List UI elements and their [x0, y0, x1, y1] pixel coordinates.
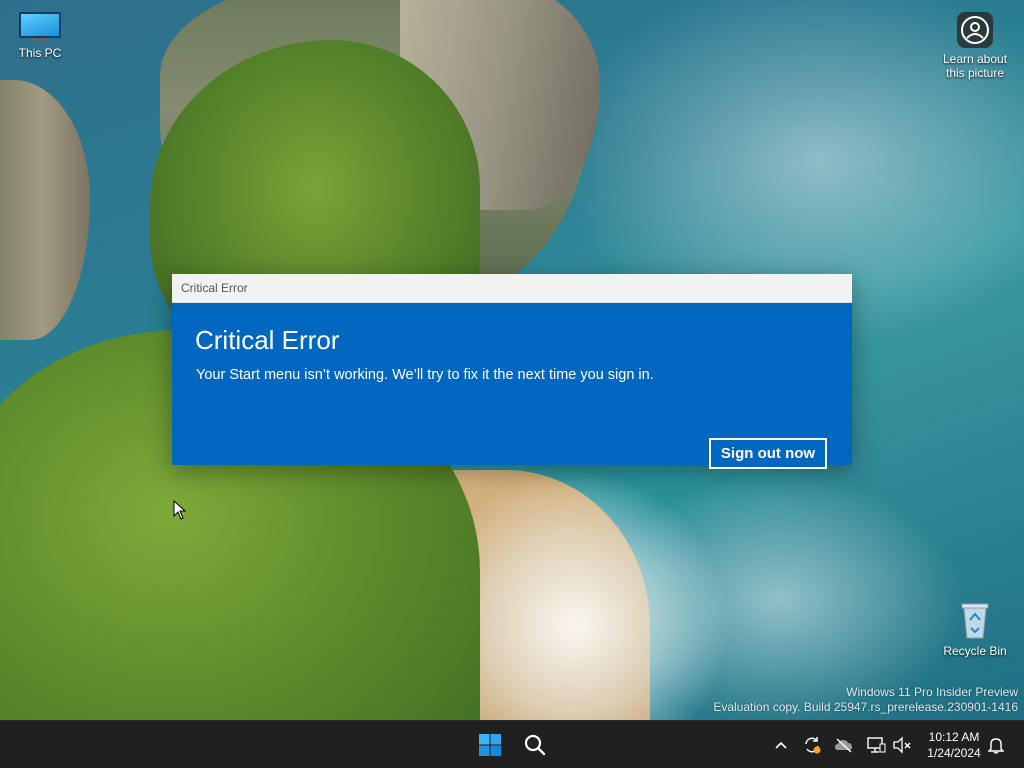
dialog-heading: Critical Error: [195, 325, 340, 355]
dialog-message: Your Start menu isn’t working. We’ll try…: [196, 367, 654, 383]
sign-out-now-button[interactable]: Sign out now: [709, 438, 827, 469]
start-button[interactable]: [472, 727, 508, 763]
watermark-build: Evaluation copy. Build 25947.rs_prerelea…: [713, 700, 1018, 714]
critical-error-dialog: Critical Error Critical Error Your Start…: [172, 274, 852, 469]
bell-icon[interactable]: [986, 735, 1006, 755]
desktop-icon-label: Learn about this picture: [942, 52, 1008, 80]
desktop-icon-recycle-bin[interactable]: Recycle Bin: [935, 600, 1015, 658]
chevron-up-icon[interactable]: [771, 735, 791, 755]
onedrive-off-icon[interactable]: [834, 735, 854, 755]
build-watermark: Windows 11 Pro Insider Preview Evaluatio…: [713, 685, 1018, 715]
desktop-icon-label: This PC: [18, 46, 62, 60]
recycle-bin-icon: [958, 600, 992, 640]
clock-date: 1/24/2024: [927, 746, 981, 760]
desktop-icon-this-pc[interactable]: This PC: [0, 12, 80, 60]
volume-muted-icon[interactable]: [892, 735, 912, 755]
desktop-icon-label: Recycle Bin: [943, 644, 1007, 658]
wallpaper-surf: [470, 470, 730, 720]
search-button[interactable]: [517, 727, 553, 763]
mouse-cursor-icon: [173, 499, 187, 524]
camera-spotlight-icon: [957, 12, 993, 48]
dialog-titlebar: Critical Error: [172, 274, 852, 303]
taskbar-clock[interactable]: 10:12 AM 1/24/2024: [918, 729, 990, 761]
desktop-icon-learn-about-picture[interactable]: Learn about this picture: [935, 12, 1015, 80]
update-sync-icon[interactable]: [802, 735, 822, 755]
taskbar: 10:12 AM 1/24/2024: [0, 720, 1024, 768]
watermark-edition: Windows 11 Pro Insider Preview: [846, 685, 1018, 699]
search-icon: [524, 734, 546, 756]
wallpaper-cliff-left: [0, 80, 90, 340]
windows-start-icon: [479, 734, 501, 756]
dialog-body: Critical Error Your Start menu isn’t wor…: [172, 303, 852, 469]
clock-time: 10:12 AM: [928, 730, 980, 744]
computer-icon: [19, 12, 61, 42]
network-icon[interactable]: [866, 735, 886, 755]
